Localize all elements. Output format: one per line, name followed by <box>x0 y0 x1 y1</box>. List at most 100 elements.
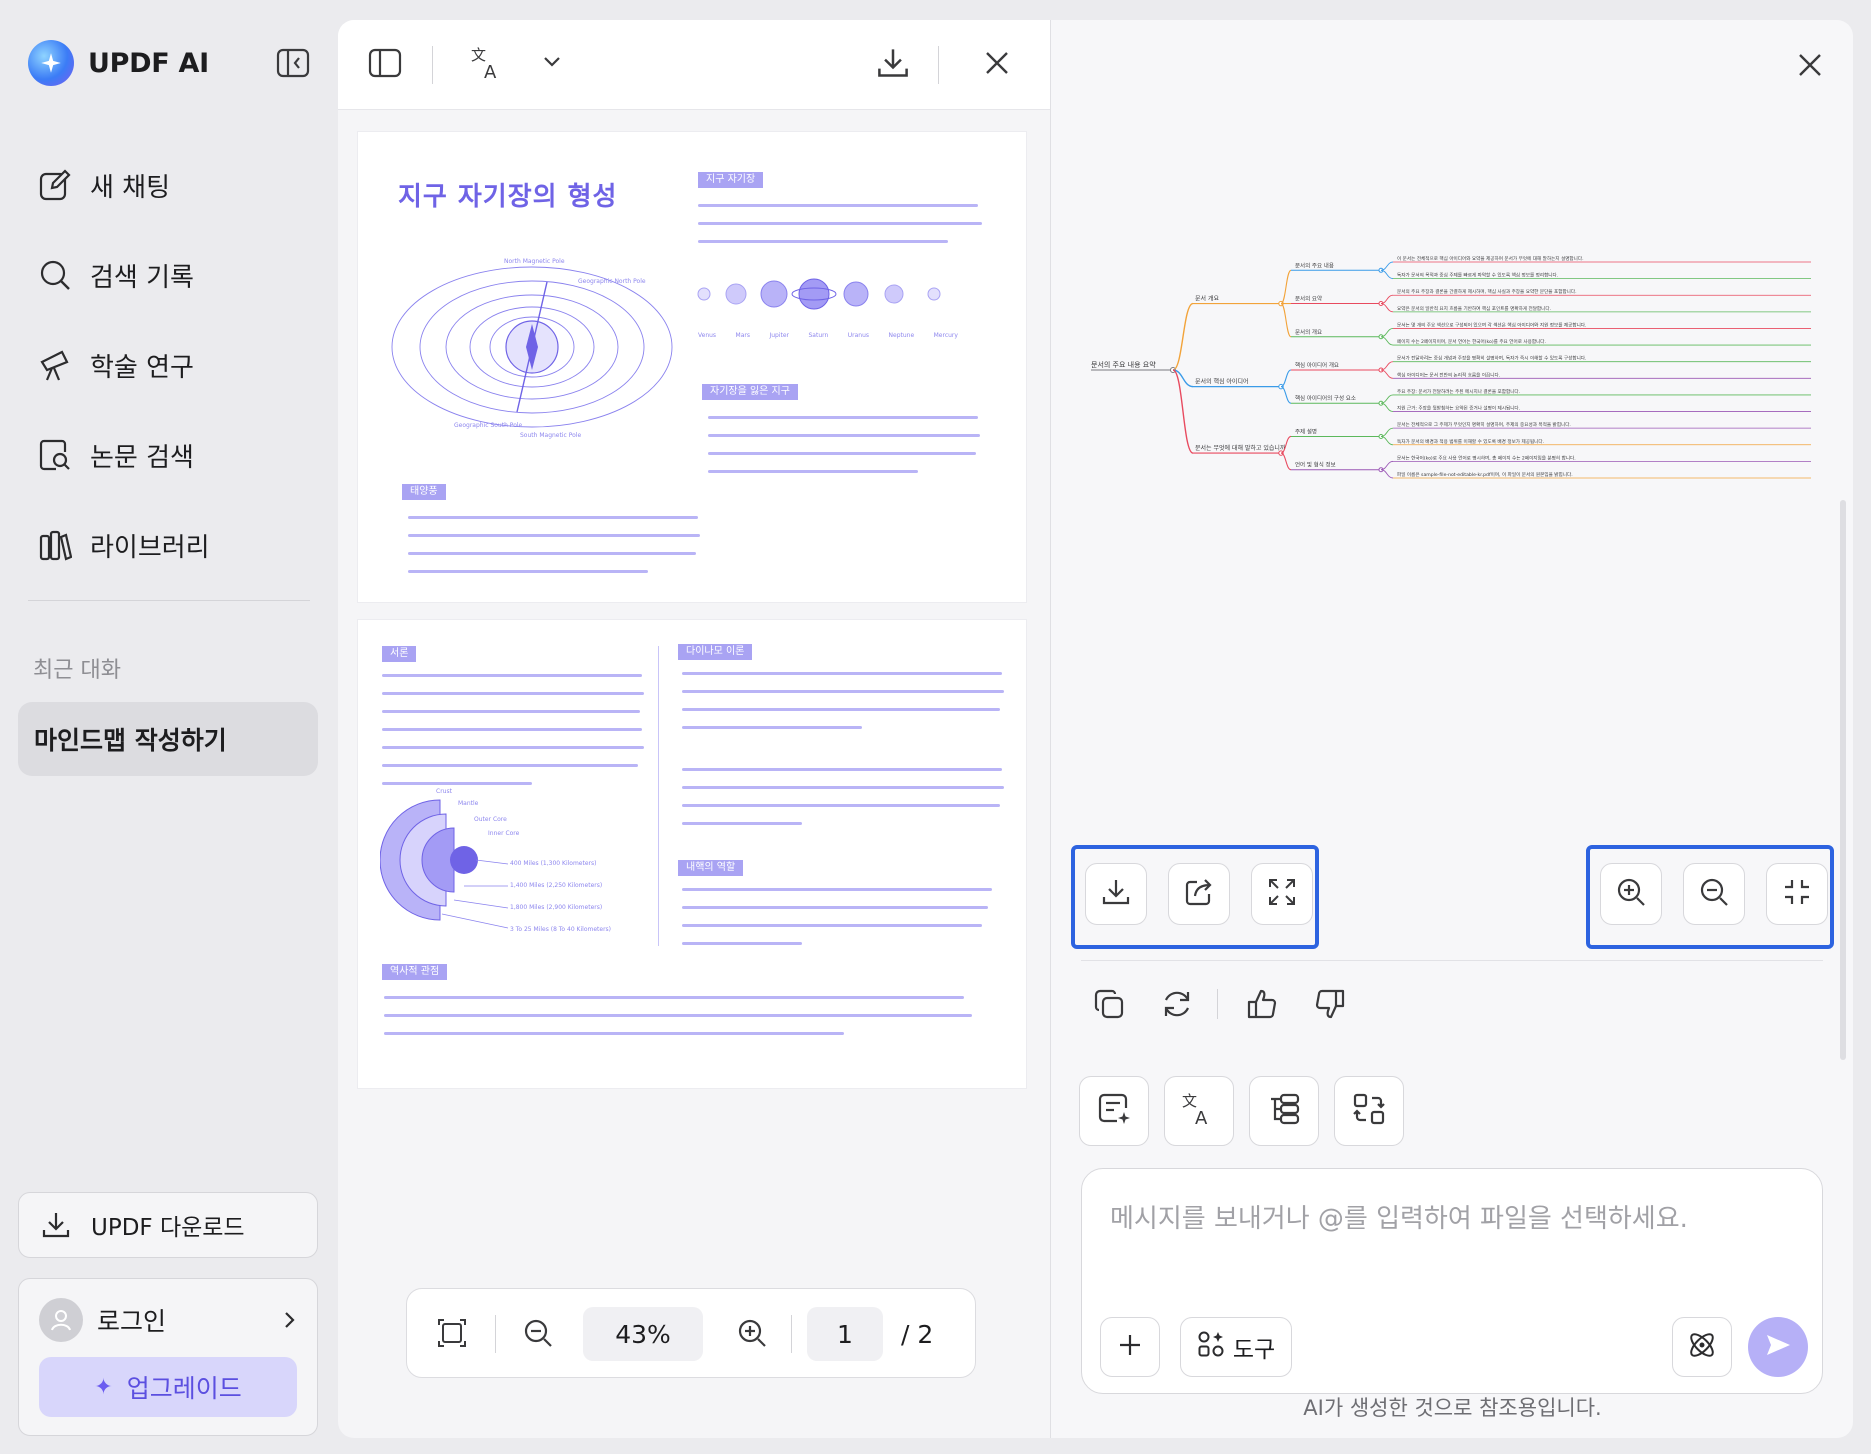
login-row[interactable]: 로그인 <box>39 1295 297 1345</box>
mindmap-leaf: 요약은 문서의 일반적 요지 흐름을 기반하여 핵심 포인트를 명확하게 전달합… <box>1397 305 1551 312</box>
mindmap-child: 핵심 아이디어의 구성 요소 <box>1295 394 1356 402</box>
mindmap-child: 주제 설명 <box>1295 427 1317 435</box>
compare-icon <box>1352 1092 1386 1130</box>
mindmap-child: 문서의 주요 내용 <box>1295 261 1334 269</box>
mindmap-link <box>1280 269 1292 305</box>
total-pages: / 2 <box>901 1320 934 1349</box>
brand: UPDF AI <box>28 40 209 86</box>
mindmap-fullscreen-button[interactable] <box>1251 863 1313 925</box>
mindmap-tool-button[interactable] <box>1249 1076 1319 1146</box>
mindmap-leaf: 파일 이름은 sample-file-not-editable-kr.pdf이며… <box>1397 471 1573 478</box>
download-icon[interactable] <box>876 46 910 84</box>
translate-icon[interactable]: 文A <box>470 44 506 86</box>
mindmap-link <box>1280 369 1292 388</box>
mindmap-icon <box>1267 1092 1301 1130</box>
mindmap-fit-button[interactable] <box>1766 863 1828 925</box>
mindmap-branch: 문서 개요 <box>1195 295 1219 303</box>
download-updf-button[interactable]: UPDF 다운로드 <box>18 1192 318 1258</box>
zoom-out-icon[interactable] <box>523 1317 553 1353</box>
mindmap-branch: 문서는 무엇에 대해 말하고 있습니까 <box>1195 444 1286 452</box>
add-button[interactable] <box>1100 1317 1160 1377</box>
divider <box>938 46 939 84</box>
compare-tool-button[interactable] <box>1334 1076 1404 1146</box>
divider <box>495 1315 496 1353</box>
message-actions <box>1087 982 1376 1026</box>
download-updf-label: UPDF 다운로드 <box>91 1215 245 1241</box>
thumbs-down-icon[interactable] <box>1308 982 1352 1026</box>
close-icon[interactable] <box>984 50 1010 80</box>
recent-chat-item[interactable]: 마인드맵 작성하기 <box>18 702 318 776</box>
upgrade-button[interactable]: ✦ 업그레이드 <box>39 1357 297 1417</box>
mindmap-link <box>1172 302 1194 371</box>
chat-composer: 도구 <box>1081 1168 1823 1394</box>
regenerate-icon[interactable] <box>1155 982 1199 1026</box>
tools-icon <box>1197 1330 1225 1364</box>
ai-disclaimer: AI가 생성한 것으로 참조용입니다. <box>1303 1396 1602 1420</box>
mindmap-share-button[interactable] <box>1168 863 1230 925</box>
mindmap-leaf: 이 문서는 전체적으로 핵심 아이디어와 요약을 제공하며 문서가 무엇에 대해… <box>1397 255 1584 262</box>
figure-label: Mantle <box>458 800 479 807</box>
avatar <box>39 1298 83 1342</box>
mindmap-zoom-out-button[interactable] <box>1683 863 1745 925</box>
collapse-sidebar-icon[interactable] <box>276 48 310 78</box>
zoom-level[interactable]: 43% <box>583 1307 703 1361</box>
chevron-down-icon[interactable] <box>542 54 562 73</box>
sidebar-item-library[interactable]: 라이브러리 <box>38 500 210 590</box>
summarize-tool-button[interactable] <box>1079 1076 1149 1146</box>
mindmap-zoom-in-button[interactable] <box>1600 863 1662 925</box>
translate-tool-button[interactable]: 文A <box>1164 1076 1234 1146</box>
thumbs-up-icon[interactable] <box>1240 982 1284 1026</box>
chevron-right-icon <box>281 1310 297 1330</box>
thumbnail-panel-icon[interactable] <box>368 48 402 82</box>
edit-icon <box>38 168 72 202</box>
sidebar-item-academic-research[interactable]: 학술 연구 <box>38 320 210 410</box>
model-selector-button[interactable] <box>1672 1317 1732 1377</box>
planet-label: Mercury <box>933 332 958 339</box>
download-icon <box>1101 877 1131 911</box>
sidebar-item-label: 검색 기록 <box>90 262 194 293</box>
sidebar-nav: 새 채팅 검색 기록 학술 연구 논문 검색 라이브러리 <box>38 140 210 590</box>
planet-label: Uranus <box>847 332 870 339</box>
tools-button[interactable]: 도구 <box>1180 1317 1292 1377</box>
paper-search-icon <box>38 438 72 472</box>
current-page-input[interactable]: 1 <box>807 1307 883 1361</box>
mindmap-download-button[interactable] <box>1085 863 1147 925</box>
copy-icon[interactable] <box>1087 982 1131 1026</box>
send-button[interactable] <box>1748 1317 1808 1377</box>
figure-label: Inner Core <box>488 830 520 837</box>
mindmap-branch: 문서의 핵심 아이디어 <box>1195 378 1249 386</box>
mindmap-leaf: 문서는 한국어(ko)로 주요 사용 언어로 명시하며, 총 페이지 수는 2페… <box>1397 454 1576 461</box>
sidebar-item-new-chat[interactable]: 새 채팅 <box>38 140 210 230</box>
pdf-page-1: 지구 자기장의 형성 지구 자기장 North Magnetic Pole Ge… <box>358 132 1026 602</box>
figure-label: Crust <box>436 788 452 795</box>
message-input[interactable] <box>1110 1197 1790 1241</box>
login-label: 로그인 <box>97 1307 167 1336</box>
zoom-in-icon[interactable] <box>737 1317 767 1353</box>
tools-label: 도구 <box>1232 1337 1276 1363</box>
pdf-toolbar: 文A <box>338 20 1050 110</box>
sidebar-item-paper-search[interactable]: 논문 검색 <box>38 410 210 500</box>
sidebar-item-search-history[interactable]: 검색 기록 <box>38 230 210 320</box>
paragraph <box>682 672 1004 744</box>
divider <box>1081 960 1823 961</box>
figure-label: South Magnetic Pole <box>520 432 582 439</box>
planet-label: Jupiter <box>769 332 790 339</box>
library-icon <box>38 528 72 562</box>
section-label: 태양풍 <box>402 484 446 500</box>
figure-label: 3 To 25 Miles (8 To 40 Kilometers) <box>510 926 612 933</box>
planet-label: Mars <box>735 332 750 339</box>
planets-figure <box>697 278 941 310</box>
brand-name: UPDF AI <box>88 47 209 79</box>
mindmap-export-controls <box>1071 845 1319 949</box>
plus-icon <box>1118 1333 1142 1361</box>
mindmap-link <box>1280 386 1292 404</box>
fit-page-icon[interactable] <box>437 1317 467 1353</box>
section-label: 내핵의 역할 <box>678 860 744 876</box>
figure-label: Outer Core <box>474 816 507 823</box>
mindmap[interactable]: 문서의 주요 내용 요약 문서 개요 문서의 주요 내용 이 문서는 전체적으로 핵심… <box>1081 250 1821 490</box>
figure-label: 1,800 Miles (2,900 Kilometers) <box>510 904 603 911</box>
search-icon <box>38 258 72 292</box>
svg-text:A: A <box>484 62 497 82</box>
scrollbar[interactable] <box>1840 500 1846 1060</box>
close-icon[interactable] <box>1797 52 1823 82</box>
